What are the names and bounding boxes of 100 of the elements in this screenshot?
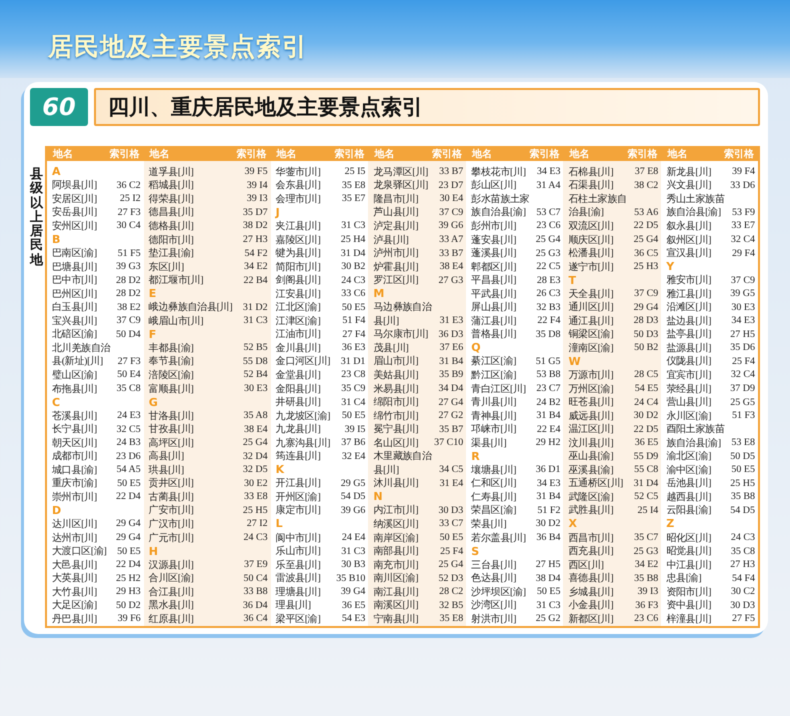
place-name: 梓潼县[川] (666, 612, 712, 626)
place-name: 会东县[川] (276, 178, 320, 192)
column-header: 索引格 (236, 148, 267, 160)
place-name: 合川区[渝] (148, 572, 194, 586)
grid-reference: 27 I2 (246, 518, 268, 530)
grid-reference: 31 B4 (536, 410, 560, 422)
grid-reference: 36 C4 (243, 613, 268, 624)
place-name: 金川县[川] (276, 342, 320, 355)
place-name: 白玉县[川] (52, 300, 97, 314)
grid-reference: 39 I5 (344, 424, 366, 435)
grid-reference: 35 D6 (730, 342, 755, 354)
place-name: 江油市[川] (276, 328, 320, 342)
place-name: 蒲江县[川] (471, 314, 516, 328)
place-name: 华蓥市[川] (276, 166, 320, 179)
place-name: 宁南县[川] (373, 612, 418, 626)
place-name: 温江区[川] (568, 422, 614, 436)
letter-heading: C (52, 396, 60, 409)
grid-reference: 35 C8 (730, 546, 755, 557)
place-name: 渠县[川] (471, 436, 506, 450)
grid-reference: 27 F4 (342, 328, 366, 340)
grid-reference: 32 B5 (439, 600, 464, 611)
side-label: 县级以上居民地 (30, 166, 43, 270)
grid-reference: 29 F4 (732, 248, 755, 259)
grid-reference: 39 G6 (438, 220, 464, 232)
grid-reference: 35 B10 (336, 572, 366, 584)
place-name: 荣昌区[渝] (471, 504, 516, 518)
place-name: 色达县[川] (471, 572, 516, 586)
grid-reference: 37 C9 (730, 274, 755, 286)
grid-reference: 36 E5 (342, 600, 366, 611)
grid-reference: 37 E8 (634, 166, 658, 178)
grid-reference: 33 C6 (341, 288, 366, 300)
place-name: 族自治县[渝] (471, 206, 526, 220)
place-name: 雅安市[川] (666, 274, 712, 288)
grid-reference: 35 B9 (439, 369, 464, 380)
letter-heading: N (373, 490, 383, 504)
grid-reference: 35 B7 (439, 424, 464, 435)
place-name: 綦江区[渝] (471, 354, 516, 368)
grid-reference: 23 D6 (116, 450, 141, 462)
letter-heading: R (471, 450, 480, 463)
place-name: 兴文县[川] (666, 178, 712, 192)
column-header: 地名 (472, 148, 492, 160)
place-name: 宜宾市[川] (666, 368, 712, 382)
grid-reference: 38 E2 (117, 302, 141, 313)
grid-reference: 24 C4 (634, 396, 658, 408)
grid-reference: 30 D3 (438, 504, 464, 516)
grid-reference: 23 D7 (438, 180, 464, 191)
place-name: 东区[川] (148, 260, 184, 274)
grid-reference: 27 H5 (536, 559, 560, 570)
place-name: 乡城县[川] (568, 586, 614, 599)
grid-reference: 25 G4 (634, 234, 658, 245)
place-name: 北川羌族自治 (52, 342, 110, 355)
place-name: 南充市[川] (373, 558, 418, 572)
grid-reference: 25 G5 (730, 396, 755, 408)
place-name: 龙马潭区[川] (373, 166, 428, 179)
grid-reference: 34 C5 (439, 464, 464, 476)
grid-reference: 39 F6 (118, 613, 141, 624)
column-header: 索引格 (334, 148, 364, 160)
grid-reference: 31 C4 (341, 396, 366, 408)
grid-reference: 22 E4 (536, 424, 560, 435)
letter-heading: H (148, 544, 158, 558)
place-name: 万源市[川] (568, 368, 614, 382)
grid-reference: 37 C9 (116, 315, 141, 326)
grid-reference: 38 D2 (242, 220, 268, 232)
grid-reference: 23 C8 (341, 369, 366, 380)
letter-heading: M (373, 287, 384, 300)
place-name: 石柱土家族自 (568, 192, 627, 206)
grid-reference: 36 D3 (438, 328, 464, 340)
place-name: 西昌市[川] (568, 532, 614, 545)
place-name: 汉源县[川] (148, 558, 194, 572)
grid-reference: 31 D4 (634, 478, 658, 489)
place-name: 马尔康市[川] (373, 328, 428, 342)
column-header: 地名 (374, 148, 394, 160)
place-name: 彭州市[川] (471, 220, 516, 233)
grid-reference: 25 I5 (344, 166, 366, 178)
grid-reference: 52 D3 (438, 572, 464, 584)
grid-reference: 39 G4 (340, 586, 366, 598)
place-name: 沿滩区[川] (666, 300, 712, 314)
grid-reference: 30 C4 (116, 220, 141, 232)
place-name: 简阳市[川] (276, 260, 320, 274)
grid-reference: 33 E8 (244, 491, 268, 502)
place-name: 乐至县[川] (276, 558, 320, 572)
place-name: 江北区[渝] (276, 300, 320, 314)
place-name: 沙湾区[川] (471, 598, 516, 612)
grid-reference: 52 C5 (634, 491, 658, 502)
column-header: 地名 (276, 148, 297, 160)
letter-heading: B (52, 233, 60, 246)
grid-reference: 34 E3 (731, 315, 755, 326)
place-name: 资阳市[川] (666, 586, 712, 599)
grid-reference: 38 E4 (244, 424, 268, 435)
place-name: 甘洛县[川] (148, 410, 194, 423)
grid-reference: 25 G3 (634, 546, 658, 557)
page-title: 四川、重庆居民地及主要景点索引 (94, 88, 760, 126)
place-name: 金堂县[川] (276, 368, 320, 382)
grid-reference: 50 E5 (440, 532, 464, 544)
place-name: 威远县[川] (568, 410, 614, 423)
place-name: 云阳县[渝] (666, 504, 712, 518)
letter-heading: L (276, 517, 283, 530)
grid-reference: 54 E3 (342, 613, 366, 624)
grid-reference: 23 C7 (536, 383, 560, 394)
place-name: 都江堰市[川] (148, 274, 204, 288)
